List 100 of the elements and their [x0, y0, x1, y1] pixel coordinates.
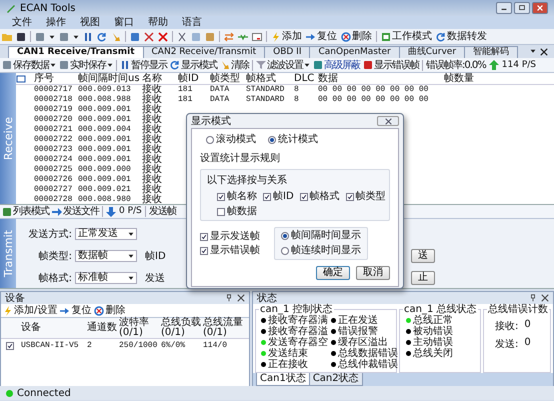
- toolbar-button[interactable]: 删除: [94, 305, 126, 316]
- column-header[interactable]: 数据: [316, 74, 442, 84]
- checkbox[interactable]: [346, 193, 354, 201]
- checkbox-option[interactable]: 帧ID: [263, 192, 294, 202]
- checkbox-option[interactable]: 显示错误帧: [200, 246, 260, 256]
- action-button[interactable]: 送: [411, 249, 435, 263]
- table-cell-text: 114/0: [202, 340, 228, 350]
- table-cell-text: 000.009.001: [77, 135, 132, 145]
- checkbox-option[interactable]: 帧类型: [346, 192, 386, 202]
- tab[interactable]: Can2状态: [308, 373, 363, 386]
- dialog-title: 显示模式: [191, 114, 231, 128]
- toolbar-button[interactable]: 高级屏蔽: [313, 60, 360, 70]
- toolbar-button[interactable]: 复位: [60, 305, 92, 316]
- column-header[interactable]: 帧间隔时间us: [76, 74, 140, 84]
- menu-item[interactable]: 操作: [46, 16, 66, 28]
- field-label: 发送: [145, 272, 166, 285]
- checkbox-option[interactable]: 显示发送帧: [200, 232, 260, 242]
- dropdown[interactable]: 正常发送: [75, 228, 137, 240]
- toolbar-button[interactable]: 显示错误帧: [363, 60, 419, 70]
- radio-button[interactable]: [281, 247, 289, 255]
- toolbar-button[interactable]: 显示模式: [170, 60, 217, 70]
- plug-icon: [60, 306, 70, 316]
- radio-option[interactable]: 帧连续时间显示: [281, 246, 361, 256]
- filter-dropdown[interactable]: 滤波设置: [256, 60, 310, 70]
- status-item: 正在发送: [331, 315, 398, 326]
- toolbar-button[interactable]: 删除: [341, 31, 372, 42]
- screen-icon: [252, 32, 262, 42]
- radio-button[interactable]: [268, 136, 276, 144]
- dropdown[interactable]: 标准帧: [75, 272, 137, 284]
- minimize-button[interactable]: [496, 2, 512, 14]
- ok-button[interactable]: 确定: [316, 266, 350, 280]
- toolbar-button[interactable]: 暂停显示: [120, 60, 167, 70]
- counter-value: 0: [524, 337, 531, 350]
- column-header[interactable]: 名称: [140, 74, 176, 84]
- checkbox[interactable]: [200, 246, 208, 254]
- checkbox-option[interactable]: 帧格式: [300, 192, 340, 202]
- tab[interactable]: 曲线Curver: [398, 46, 466, 58]
- column-header[interactable]: 设备: [19, 323, 85, 333]
- column-header[interactable]: DLC: [292, 74, 316, 84]
- dropdown[interactable]: 数据帧: [75, 250, 137, 262]
- column-header[interactable]: 帧ID: [176, 74, 208, 84]
- radio-option[interactable]: 滚动模式: [206, 135, 256, 145]
- toolbar-button[interactable]: 实时保存: [59, 60, 113, 70]
- menu-item[interactable]: 视图: [80, 16, 100, 28]
- menu-item[interactable]: 窗口: [114, 16, 134, 28]
- tab[interactable]: CanOpenMaster: [309, 46, 400, 58]
- column-header[interactable]: 通道数: [85, 323, 117, 333]
- menu-item[interactable]: 语言: [182, 16, 202, 28]
- counter-value: 0: [524, 319, 531, 332]
- checkbox[interactable]: [300, 193, 308, 201]
- tab[interactable]: CAN2 Receive/Transmit: [142, 46, 266, 58]
- table-cell-text: 00002728: [33, 195, 74, 205]
- checkbox[interactable]: [6, 342, 14, 350]
- tab[interactable]: CAN1 Receive/Transmit: [8, 46, 144, 58]
- checkbox-option[interactable]: 帧数据: [217, 207, 257, 217]
- group-title: 总线错误计数: [487, 304, 549, 315]
- table-cell-text: 00002724: [33, 155, 74, 165]
- tab[interactable]: OBD II: [264, 46, 310, 58]
- close-button[interactable]: [377, 116, 399, 126]
- cancel-button[interactable]: 取消: [356, 266, 390, 280]
- toolbar-button[interactable]: 复位: [306, 31, 337, 42]
- column-header[interactable]: 帧数量: [442, 74, 554, 84]
- action-button[interactable]: 止: [411, 271, 435, 285]
- column-header[interactable]: 序号: [32, 74, 76, 84]
- close-button[interactable]: [532, 2, 548, 14]
- toolbar-button[interactable]: 添加/设置: [3, 305, 58, 316]
- checkbox[interactable]: [217, 208, 225, 216]
- tab[interactable]: Can1状态: [256, 373, 310, 386]
- caret-icon: [128, 231, 134, 237]
- toolbar-button[interactable]: 工作模式: [381, 31, 432, 42]
- column-header[interactable]: 帧类型: [208, 74, 244, 84]
- status-item: 接收寄存器满: [261, 315, 328, 326]
- column-header[interactable]: 总线负载 (0/1): [159, 318, 201, 338]
- radio-option[interactable]: 帧间隔时间显示: [281, 231, 361, 241]
- radio-button[interactable]: [281, 232, 289, 240]
- tab[interactable]: 智能解码: [464, 46, 518, 58]
- toolbar-button[interactable]: 清除: [220, 60, 249, 70]
- menu-item[interactable]: 帮助: [148, 16, 168, 28]
- toolbar-button[interactable]: 添加: [271, 31, 302, 42]
- column-header[interactable]: 总线流量 (0/1): [201, 318, 249, 338]
- checkbox[interactable]: [263, 193, 271, 201]
- scissors-icon: [177, 32, 187, 42]
- toolbar-button[interactable]: 保存数据: [2, 60, 56, 70]
- field-label: 帧类型:: [38, 250, 72, 263]
- column-header[interactable]: 波特率 (0/1): [117, 318, 159, 338]
- table-cell-text: STANDARD: [245, 95, 286, 105]
- radio-option[interactable]: 统计模式: [268, 135, 318, 145]
- checkbox[interactable]: [200, 232, 208, 240]
- toolbar-button[interactable]: 发送文件: [52, 206, 99, 217]
- checkbox-option[interactable]: 帧名称: [217, 192, 257, 202]
- status-text: Connected: [17, 388, 71, 398]
- toolbar-button[interactable]: 列表模式: [2, 206, 49, 217]
- refresh-icon: [436, 32, 446, 42]
- column-header[interactable]: 帧格式: [244, 74, 292, 84]
- checkbox[interactable]: [217, 193, 225, 201]
- menu-item[interactable]: 文件: [12, 16, 32, 28]
- radio-button[interactable]: [206, 136, 214, 144]
- maximize-button[interactable]: [514, 2, 530, 14]
- caret-icon: [530, 48, 536, 54]
- toolbar-button[interactable]: 数据转发: [436, 31, 487, 42]
